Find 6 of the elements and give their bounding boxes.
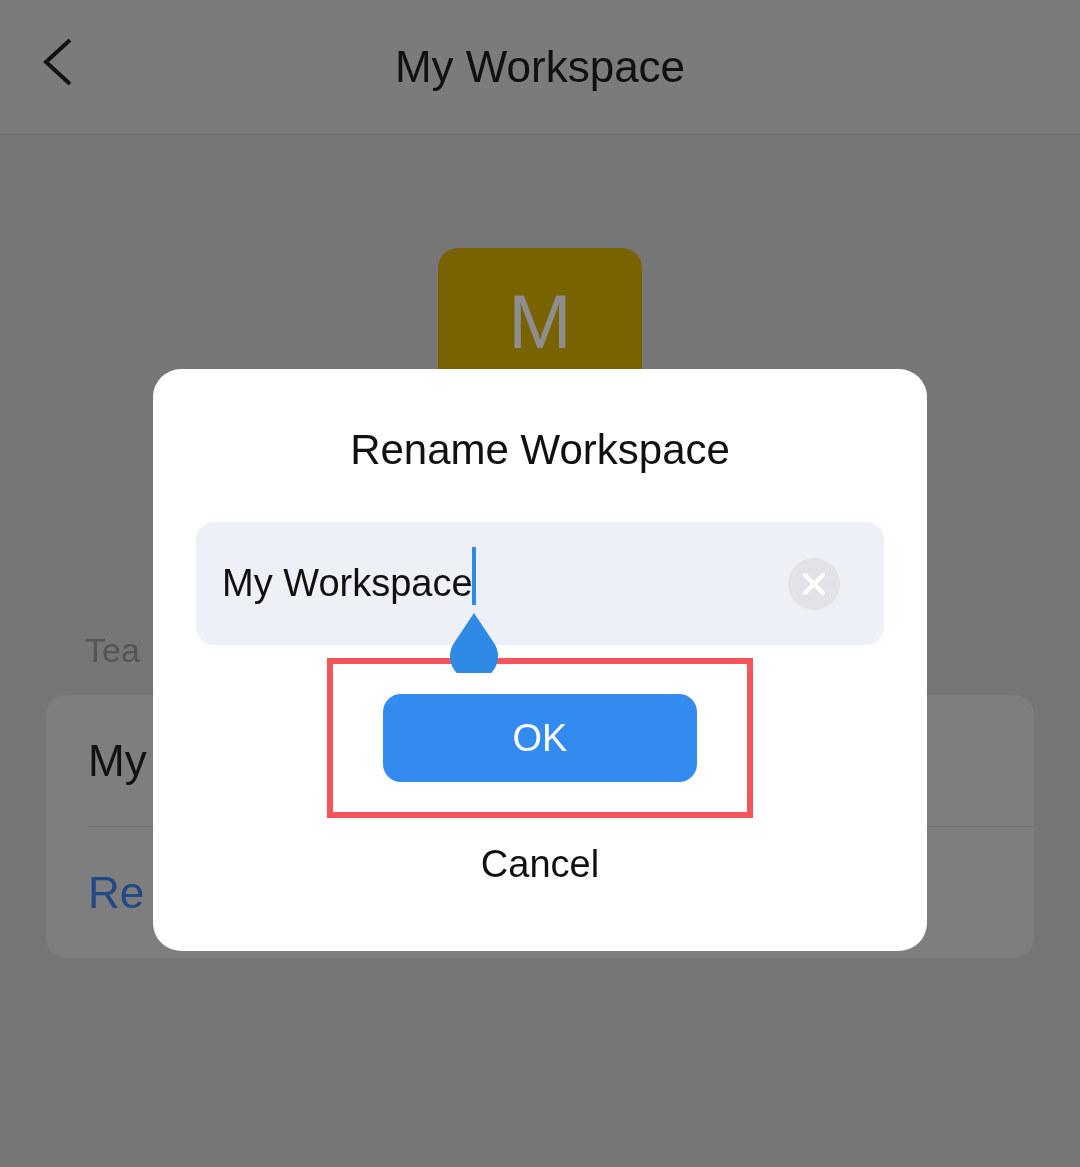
page-title: My Workspace	[394, 41, 686, 93]
cancel-button[interactable]: Cancel	[472, 834, 608, 894]
back-icon[interactable]	[42, 38, 74, 86]
avatar-initial: M	[508, 284, 572, 366]
workspace-name: My	[88, 734, 147, 787]
dialog-title: Rename Workspace	[350, 425, 730, 475]
